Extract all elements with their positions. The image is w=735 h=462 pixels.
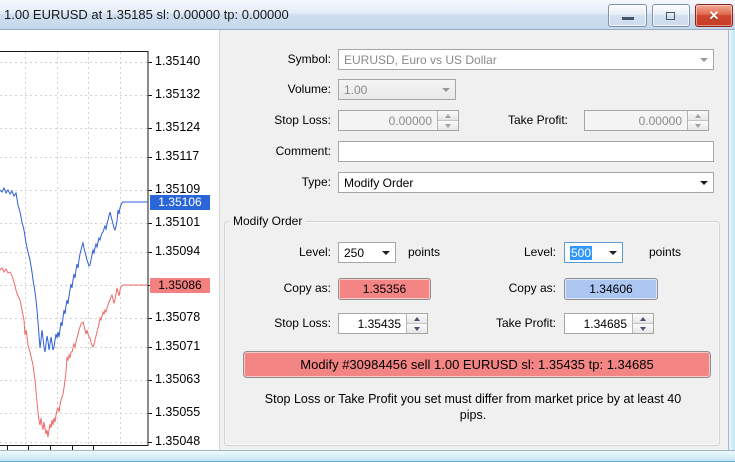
price-axis-label: 1.35048 [155, 434, 201, 448]
price-axis-label: 1.35063 [155, 372, 201, 386]
takeprofit-field[interactable]: 0.00000 [584, 110, 709, 131]
sl-level-label: Level: [298, 245, 331, 259]
chevron-down-icon [442, 87, 450, 92]
chevron-down-icon [609, 250, 617, 255]
type-dropdown-button[interactable] [695, 173, 713, 192]
price-axis-label: 1.35094 [155, 244, 201, 258]
sl-price-value: 1.35435 [357, 317, 401, 331]
price-axis-label: 1.35132 [155, 87, 201, 101]
takeprofit-label: Take Profit: [507, 113, 568, 127]
arrow-up-icon [695, 113, 701, 118]
chevron-down-icon [382, 250, 390, 255]
window-title: 1.00 EURUSD at 1.35185 sl: 0.00000 tp: 0… [4, 7, 289, 22]
arrow-down-icon [640, 326, 646, 331]
sl-price-label: Stop Loss: [274, 316, 331, 330]
groupbox-title: Modify Order [229, 214, 307, 228]
stoploss-field[interactable]: 0.00000 [338, 110, 459, 131]
comment-input[interactable] [338, 141, 714, 162]
price-axis-label: 1.35124 [155, 120, 201, 134]
price-axis-label: 1.35078 [155, 310, 201, 324]
price-axis-label: 1.35140 [155, 54, 201, 68]
spinner-up-button[interactable] [407, 314, 427, 323]
volume-combobox[interactable]: 1.00 [338, 79, 456, 100]
minimize-icon [621, 17, 634, 20]
close-button[interactable]: ✕ [695, 4, 733, 27]
takeprofit-value: 0.00000 [638, 114, 682, 128]
arrow-down-icon [414, 326, 420, 331]
type-value: Modify Order [344, 176, 414, 190]
symbol-value: EURUSD, Euro vs US Dollar [344, 53, 497, 67]
type-combobox[interactable]: Modify Order [338, 172, 714, 193]
arrow-down-icon [445, 123, 451, 128]
tp-level-combobox[interactable]: 500 [564, 242, 623, 263]
tp-copy-button[interactable]: 1.34606 [564, 278, 658, 300]
chevron-down-icon [700, 180, 708, 185]
volume-dropdown-button[interactable] [437, 80, 455, 99]
stoploss-label: Stop Loss: [274, 113, 331, 127]
volume-label: Volume: [287, 82, 331, 96]
hint-text: Stop Loss or Take Profit you set must di… [230, 391, 716, 423]
bid-price-badge: 1.35106 [150, 195, 210, 210]
stoploss-value: 0.00000 [388, 114, 432, 128]
tp-price-label: Take Profit: [495, 316, 556, 330]
chevron-down-icon [700, 57, 708, 62]
arrow-up-icon [445, 113, 451, 118]
spinner-up-button[interactable] [688, 111, 708, 120]
hint-line2: pips. [459, 408, 487, 422]
spinner-down-button[interactable] [407, 323, 427, 333]
sl-level-combobox[interactable]: 250 [338, 242, 396, 263]
restore-icon [666, 11, 675, 20]
order-window: 1.00 EURUSD at 1.35185 sl: 0.00000 tp: 0… [0, 0, 735, 462]
close-icon: ✕ [708, 8, 720, 23]
sl-copy-button[interactable]: 1.35356 [338, 278, 431, 300]
arrow-up-icon [414, 316, 420, 321]
price-axis-label: 1.35055 [155, 405, 201, 419]
spinner-down-button[interactable] [688, 120, 708, 130]
order-form-panel: Symbol: EURUSD, Euro vs US Dollar Volume… [219, 30, 728, 450]
tick-chart: 1.35140 1.35132 1.35124 1.35117 1.35109 1.351… [0, 30, 219, 450]
sl-level-dropdown-button[interactable] [377, 243, 395, 262]
window-right-border [728, 30, 735, 450]
symbol-label: Symbol: [287, 52, 331, 66]
modify-order-button[interactable]: Modify #30984456 sell 1.00 EURUSD sl: 1.… [243, 351, 711, 378]
sl-price-spinner[interactable]: 1.35435 [338, 313, 428, 334]
arrow-up-icon [640, 316, 646, 321]
tp-points-label: points [649, 245, 682, 259]
tp-level-value: 500 [570, 246, 593, 260]
title-bar: 1.00 EURUSD at 1.35185 sl: 0.00000 tp: 0… [0, 0, 735, 30]
tp-level-dropdown-button[interactable] [604, 243, 622, 262]
minimize-button[interactable] [608, 4, 647, 27]
price-axis-label: 1.35117 [155, 149, 200, 163]
volume-value: 1.00 [344, 83, 368, 97]
ask-price-badge: 1.35086 [150, 278, 210, 293]
hint-line1: Stop Loss or Take Profit you set must di… [264, 392, 682, 406]
sl-points-label: points [408, 245, 441, 259]
spinner-up-button[interactable] [438, 111, 458, 120]
tp-copy-label: Copy as: [508, 281, 556, 295]
type-label: Type: [301, 175, 331, 189]
spinner-down-button[interactable] [438, 120, 458, 130]
tp-price-value: 1.34685 [583, 317, 627, 331]
spinner-down-button[interactable] [633, 323, 653, 333]
spinner-up-button[interactable] [633, 314, 653, 323]
symbol-combobox[interactable]: EURUSD, Euro vs US Dollar [338, 49, 714, 70]
price-axis-label: 1.35071 [155, 339, 201, 353]
tp-level-label: Level: [523, 245, 556, 259]
restore-button[interactable] [652, 4, 690, 27]
price-axis-label: 1.35101 [155, 215, 201, 229]
sl-copy-label: Copy as: [283, 281, 331, 295]
comment-label: Comment: [275, 144, 331, 158]
sl-level-value: 250 [344, 246, 365, 260]
arrow-down-icon [695, 123, 701, 128]
tp-price-spinner[interactable]: 1.34685 [564, 313, 654, 334]
window-bottom-border [0, 450, 735, 462]
symbol-dropdown-button[interactable] [695, 50, 713, 69]
